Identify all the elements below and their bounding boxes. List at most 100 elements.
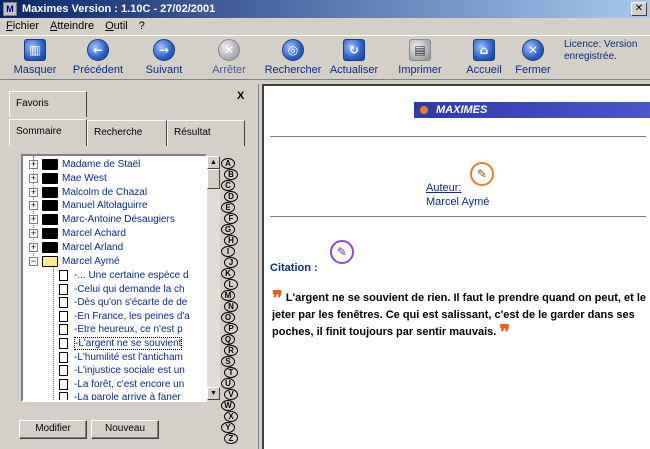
alphabet-letter[interactable]: M xyxy=(221,290,235,301)
tree-quote-row[interactable]: -La parole arrive à faner xyxy=(23,391,181,400)
alphabet-letter[interactable]: Q xyxy=(221,334,235,345)
tree-author-row[interactable]: + Marcel Achard xyxy=(23,227,126,240)
pen-icon: ✎ xyxy=(330,240,354,264)
expand-icon[interactable]: + xyxy=(29,215,38,225)
scroll-down-icon[interactable]: ▼ xyxy=(207,387,220,400)
alphabet-letter[interactable]: I xyxy=(221,246,235,257)
tree-quote-row[interactable]: -La forêt, c'est encore un xyxy=(23,378,184,391)
left-panel: Favoris X Sommaire Recherche Résultat + M… xyxy=(3,84,256,447)
tree-author-row[interactable]: + Mae West xyxy=(23,172,107,185)
tree-quote-row[interactable]: -... Une certaine espèce d xyxy=(23,269,189,282)
expand-icon[interactable]: + xyxy=(29,242,38,252)
menu-help[interactable]: ? xyxy=(133,20,150,32)
home-icon: ⌂ xyxy=(473,39,495,61)
alphabet-letter[interactable]: H xyxy=(224,235,238,246)
tree-quote-row[interactable]: -En France, les peines d'a xyxy=(23,310,190,323)
alphabet-letter[interactable]: W xyxy=(221,400,235,411)
menu-fichier[interactable]: Fichier xyxy=(0,20,44,32)
imprimer-button[interactable]: ▤ Imprimer xyxy=(389,39,451,79)
alphabet-letter[interactable]: Z xyxy=(224,433,238,444)
nouveau-button[interactable]: Nouveau xyxy=(91,420,159,439)
tree-author-row[interactable]: + Madame de Staël xyxy=(23,158,140,171)
alphabet-letter[interactable]: F xyxy=(224,213,238,224)
alphabet-letter[interactable]: S xyxy=(221,356,235,367)
arreter-button[interactable]: ✕ Arrêter xyxy=(198,39,260,79)
tree-quote-row[interactable]: -Etre heureux, ce n'est p xyxy=(23,323,183,336)
alphabet-letter[interactable]: L xyxy=(224,279,238,290)
tree-quote-row[interactable]: -Celui qui demande la ch xyxy=(23,283,185,296)
tree-author-label: Marcel Arland xyxy=(62,241,124,253)
expand-icon[interactable]: + xyxy=(29,173,38,183)
pen-icon: ✎ xyxy=(470,162,494,186)
tree-quote-row[interactable]: -L'argent ne se souvient xyxy=(23,337,183,350)
alphabet-letter[interactable]: G xyxy=(221,224,235,235)
auteur-link[interactable]: Auteur: xyxy=(426,182,461,194)
tree-author-row[interactable]: − Marcel Aymé xyxy=(23,255,120,268)
rechercher-button[interactable]: ◎ Rechercher xyxy=(262,39,324,79)
divider-line xyxy=(270,136,646,137)
document-icon xyxy=(59,392,68,400)
refresh-icon: ↻ xyxy=(343,39,365,61)
suivant-button[interactable]: → Suivant xyxy=(133,39,195,79)
masquer-button[interactable]: ▥ Masquer xyxy=(4,39,66,79)
document-icon xyxy=(59,338,68,349)
tree-view[interactable]: + Madame de Staël + Mae West + Malcolm de Cha… xyxy=(21,154,207,402)
tree-author-row[interactable]: + Manuel Altolaguirre xyxy=(23,199,148,212)
alphabet-letter[interactable]: O xyxy=(221,312,235,323)
window-close-button[interactable]: ✕ xyxy=(631,2,647,16)
alphabet-letter[interactable]: A xyxy=(221,158,235,169)
tab-sommaire[interactable]: Sommaire xyxy=(9,119,87,146)
fermer-label: Fermer xyxy=(515,64,551,76)
folder-icon xyxy=(42,172,58,184)
tree-scrollbar[interactable]: ▲ ▼ xyxy=(207,156,220,400)
expand-icon[interactable]: + xyxy=(29,229,38,238)
tree-quote-row[interactable]: -Dès qu'on s'écarte de de xyxy=(23,296,187,309)
alphabet-letter[interactable]: D xyxy=(224,191,238,202)
alphabet-letter[interactable]: P xyxy=(224,323,238,334)
scroll-up-icon[interactable]: ▲ xyxy=(207,156,220,169)
expand-icon[interactable]: + xyxy=(29,160,38,169)
alphabet-letter[interactable]: V xyxy=(224,389,238,400)
tree-quote-label: -En France, les peines d'a xyxy=(74,310,190,322)
modifier-button[interactable]: Modifier xyxy=(19,420,87,439)
tree-quote-row[interactable]: -L'humilité est l'anticham xyxy=(23,351,183,364)
menu-outil[interactable]: Outil xyxy=(99,20,133,32)
collapse-icon[interactable]: − xyxy=(29,256,38,266)
tree-quote-row[interactable]: -L'injustice sociale est un xyxy=(23,364,185,377)
tree-author-row[interactable]: + Malcolm de Chazal xyxy=(23,186,147,199)
alphabet-letter[interactable]: Y xyxy=(221,422,235,433)
alphabet-letter[interactable]: N xyxy=(224,301,238,312)
alphabet-letter[interactable]: U xyxy=(221,378,235,389)
alphabet-letter[interactable]: X xyxy=(224,411,238,422)
alphabet-letter[interactable]: E xyxy=(221,202,235,213)
alphabet-letter[interactable]: T xyxy=(224,367,238,378)
tree-author-row[interactable]: + Marcel Arland xyxy=(23,241,123,254)
alphabet-letter[interactable]: K xyxy=(221,268,235,279)
tree-author-row[interactable]: + Marc-Antoine Désaugiers xyxy=(23,213,175,226)
panel-close-button[interactable]: X xyxy=(237,90,244,102)
tree-author-label: Marcel Achard xyxy=(62,228,126,239)
precedent-label: Précédent xyxy=(72,64,124,76)
expand-icon[interactable]: + xyxy=(29,201,38,211)
actualiser-button[interactable]: ↻ Actualiser xyxy=(323,39,385,79)
tree-quote-label: -L'injustice sociale est un xyxy=(74,365,185,377)
licence-text: Licence: Version enregistrée. xyxy=(564,39,638,62)
citation-label: Citation : xyxy=(270,262,318,274)
precedent-button[interactable]: ← Précédent xyxy=(67,39,129,79)
scroll-thumb[interactable] xyxy=(207,169,220,189)
tab-favoris[interactable]: Favoris xyxy=(9,91,87,117)
alphabet-letter[interactable]: C xyxy=(221,180,235,191)
tab-recherche[interactable]: Recherche xyxy=(87,120,167,146)
fermer-button[interactable]: ✕ Fermer xyxy=(502,39,564,79)
rechercher-label: Rechercher xyxy=(264,64,322,76)
title-bar: M Maximes Version : 1.10C - 27/02/2001 ✕ xyxy=(0,0,650,18)
tree-author-label: Mae West xyxy=(62,172,107,184)
alphabet-letter[interactable]: B xyxy=(224,169,238,180)
folder-icon xyxy=(42,255,58,267)
tab-resultat[interactable]: Résultat xyxy=(167,120,245,146)
expand-icon[interactable]: + xyxy=(29,187,38,197)
alphabet-letter[interactable]: J xyxy=(224,257,238,268)
alphabet-letter[interactable]: R xyxy=(224,345,238,356)
menu-atteindre[interactable]: Atteindre xyxy=(44,20,99,32)
content-pane: MAXIMES ✎ Auteur: Marcel Aymé ✎ Citation… xyxy=(262,84,650,449)
